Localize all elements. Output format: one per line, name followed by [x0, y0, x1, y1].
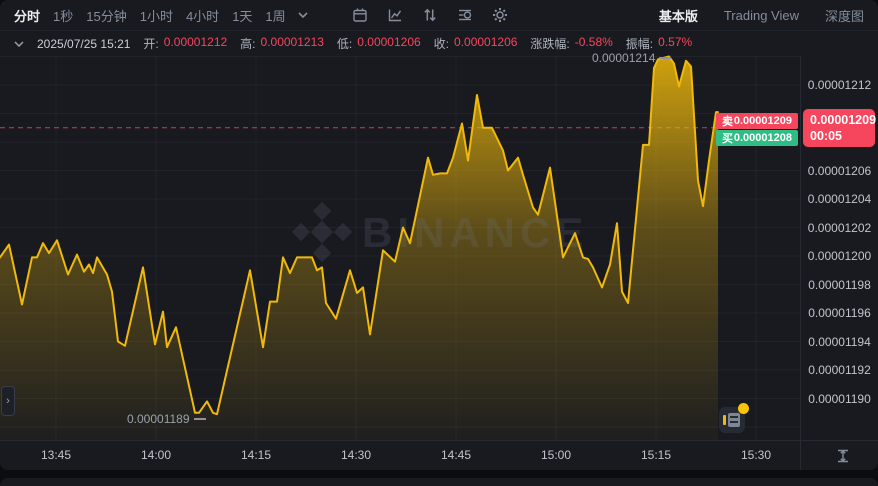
- price-axis-label: 0.00001200: [801, 248, 878, 264]
- chart-panel: BINANCE 0.00001214 0.00001189 卖 0.000012…: [0, 0, 878, 470]
- calendar-button[interactable]: [352, 7, 368, 23]
- time-axis-label: 15:30: [741, 448, 771, 462]
- amplitude-field: 振幅: 0.57%: [626, 35, 692, 52]
- more-intervals-button[interactable]: [298, 12, 308, 18]
- interval-tab[interactable]: 1周: [265, 6, 285, 25]
- interval-tab[interactable]: 1秒: [53, 6, 73, 25]
- open-field: 开: 0.00001212: [143, 35, 227, 52]
- interval-tab[interactable]: 1天: [232, 6, 252, 25]
- chevron-down-icon: [298, 12, 308, 18]
- plot-area[interactable]: BINANCE 0.00001214 0.00001189 卖 0.000012…: [0, 0, 878, 470]
- change-label: 涨跌幅:: [530, 35, 569, 52]
- time-axis-label: 14:15: [241, 448, 271, 462]
- price-axis-label: 0.00001202: [801, 220, 878, 236]
- view-tab-depth[interactable]: 深度图: [825, 6, 864, 25]
- compare-button[interactable]: [422, 7, 438, 23]
- watermark-text: BINANCE: [362, 209, 588, 256]
- high-field: 高: 0.00001213: [240, 35, 324, 52]
- line-chart-icon: [387, 7, 403, 23]
- calendar-icon: [352, 7, 368, 23]
- buy-label: 买: [722, 130, 733, 146]
- annotation-dash: [194, 418, 206, 420]
- sell-label: 卖: [722, 113, 733, 129]
- price-area-fill: [0, 57, 718, 441]
- buy-price-badge[interactable]: 买 0.00001208: [716, 130, 798, 146]
- close-label: 收:: [434, 35, 449, 52]
- toolbar-icons: [352, 7, 508, 23]
- chart-settings-button[interactable]: [492, 7, 508, 23]
- open-label: 开:: [143, 35, 158, 52]
- price-axis-label: 0.00001192: [801, 362, 878, 378]
- settings-gear-icon: [492, 7, 508, 23]
- change-field: 涨跌幅: -0.58%: [530, 35, 612, 52]
- close-field: 收: 0.00001206: [434, 35, 518, 52]
- view-tab-tradingview[interactable]: Trading View: [724, 8, 799, 23]
- binance-logo-icon: [292, 202, 352, 262]
- view-mode-tabs: 基本版 Trading View 深度图: [659, 6, 864, 25]
- price-axis-label: 0.00001204: [801, 191, 878, 207]
- low-value: 0.00001206: [357, 35, 420, 52]
- session-low-value: 0.00001189: [127, 412, 190, 426]
- low-field: 低: 0.00001206: [337, 35, 421, 52]
- interval-tabs: 分时 1秒 15分钟 1小时 4小时 1天 1周: [14, 6, 286, 25]
- change-value: -0.58%: [575, 35, 613, 52]
- price-axis-label: 0.00001194: [801, 334, 878, 350]
- time-axis-label: 15:15: [641, 448, 671, 462]
- amplitude-label: 振幅:: [626, 35, 653, 52]
- interval-tab[interactable]: 分时: [14, 6, 40, 25]
- notification-dot: [738, 403, 749, 414]
- price-axis-label: 0.00001190: [801, 391, 878, 407]
- fit-scale-icon: [835, 448, 851, 464]
- interval-tab[interactable]: 1小时: [140, 6, 173, 25]
- high-label: 高:: [240, 35, 255, 52]
- session-low-annotation: 0.00001189: [127, 412, 206, 426]
- price-axis-label: 0.00001206: [801, 163, 878, 179]
- price-axis[interactable]: 0.00001212 0.00001206 0.00001204 0.00001…: [800, 56, 878, 470]
- time-axis-label: 14:45: [441, 448, 471, 462]
- panel-expander-button[interactable]: ›: [1, 386, 15, 416]
- binance-chart-page: BINANCE 0.00001214 0.00001189 卖 0.000012…: [0, 0, 878, 486]
- low-label: 低:: [337, 35, 352, 52]
- price-chart: BINANCE: [0, 0, 878, 470]
- candle-countdown: 00:05: [810, 128, 875, 144]
- chevron-down-icon: [14, 41, 24, 47]
- chart-toolbar: 分时 1秒 15分钟 1小时 4小时 1天 1周: [0, 0, 878, 31]
- open-value: 0.00001212: [164, 35, 227, 52]
- price-axis-label: 0.00001196: [801, 305, 878, 321]
- amplitude-value: 0.57%: [658, 35, 692, 52]
- ohlc-infobar: 2025/07/25 15:21 开: 0.00001212 高: 0.000012…: [0, 31, 878, 56]
- binance-watermark: BINANCE: [292, 202, 589, 262]
- time-axis[interactable]: 13:45 14:00 14:15 14:30 14:45 15:00 15:1…: [0, 441, 878, 470]
- swap-arrows-icon: [422, 7, 438, 23]
- candle-datetime: 2025/07/25 15:21: [37, 37, 130, 51]
- high-value: 0.00001213: [261, 35, 324, 52]
- interval-tab[interactable]: 15分钟: [86, 6, 126, 25]
- time-axis-label: 14:00: [141, 448, 171, 462]
- last-price-value: 0.00001209: [810, 112, 875, 128]
- fit-scale-button[interactable]: [835, 448, 851, 467]
- sell-price: 0.00001209: [734, 115, 792, 127]
- price-axis-label: 0.00001198: [801, 277, 878, 293]
- indicators-button[interactable]: [457, 7, 473, 23]
- interval-tab[interactable]: 4小时: [186, 6, 219, 25]
- close-value: 0.00001206: [454, 35, 517, 52]
- news-marker-button[interactable]: [719, 407, 745, 433]
- price-axis-label: 0.00001212: [801, 77, 878, 93]
- sell-price-badge[interactable]: 卖 0.00001209: [716, 113, 798, 129]
- annotation-dash: [659, 57, 671, 59]
- time-axis-label: 13:45: [41, 448, 71, 462]
- indicators-icon: [457, 7, 473, 23]
- buy-price: 0.00001208: [734, 132, 792, 144]
- next-panel-edge: [0, 478, 878, 486]
- collapse-info-button[interactable]: [14, 41, 24, 47]
- time-axis-label: 14:30: [341, 448, 371, 462]
- last-price-box: 0.00001209 00:05: [803, 109, 875, 147]
- time-axis-label: 15:00: [541, 448, 571, 462]
- document-icon: [728, 413, 740, 427]
- news-icon: [723, 415, 726, 425]
- chart-style-button[interactable]: [387, 7, 403, 23]
- view-tab-basic[interactable]: 基本版: [659, 6, 698, 25]
